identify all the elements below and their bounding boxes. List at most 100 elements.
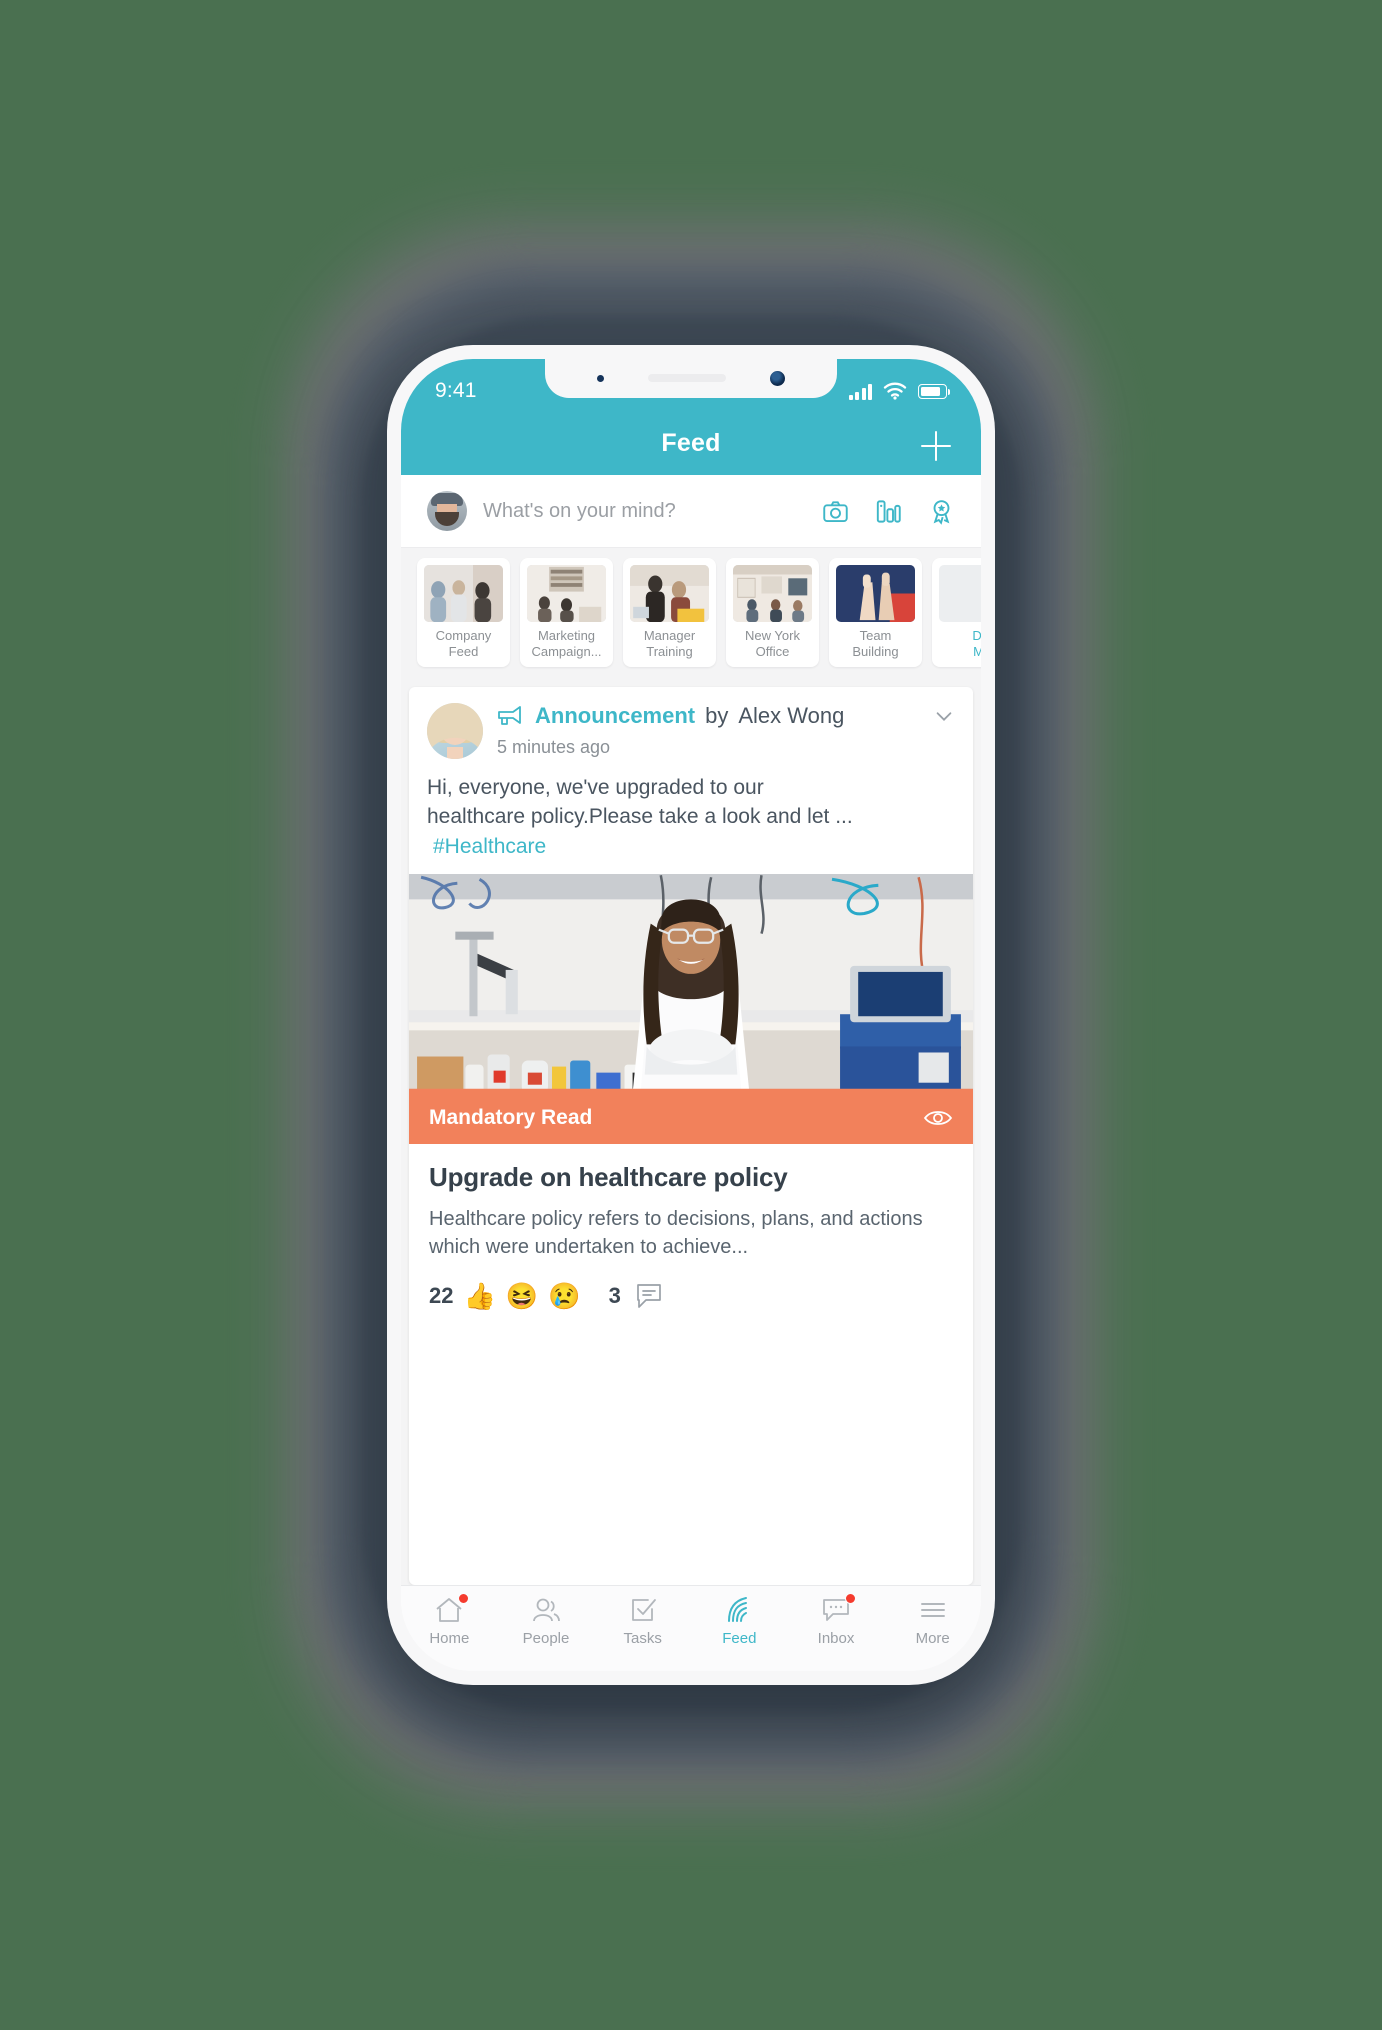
megaphone-icon [498,705,521,725]
earpiece-speaker [648,374,726,382]
wifi-icon [883,382,907,400]
tab-label: Feed [722,1630,757,1647]
mandatory-read-label: Mandatory Read [429,1105,593,1129]
channel-tile[interactable]: New York Office [726,558,819,667]
more-icon [918,1596,948,1624]
notification-badge [845,1593,857,1604]
people-icon [531,1596,561,1624]
channel-thumbnail [630,565,709,622]
channel-label-line2: M [973,644,981,660]
channel-label-line2: Training [646,644,693,660]
status-time: 9:41 [435,379,477,402]
channel-label: Team Building [836,628,915,661]
channel-thumbnail [527,565,606,622]
tab-label: Inbox [817,1630,855,1647]
channel-thumbnail [836,565,915,622]
top-bar: 9:41 Feed [401,359,981,475]
inbox-icon [821,1593,857,1624]
channel-label-line1: Manager [643,628,696,643]
channel-tile[interactable]: Company Feed [417,558,510,667]
composer-actions [822,498,955,525]
avatar[interactable] [427,702,483,759]
badge-icon[interactable] [928,498,955,525]
post-meta: Announcement by Alex Wong 5 minutes ago [497,703,955,759]
composer-input[interactable]: What's on your mind? [483,500,806,523]
channel-label: Di M [939,628,981,661]
post-card[interactable]: Announcement by Alex Wong 5 minutes ago … [409,686,973,1585]
notification-badge [458,1593,470,1604]
article-excerpt: Healthcare policy refers to decisions, p… [429,1207,923,1258]
tab-more[interactable]: More [884,1596,981,1647]
comment-bubble-icon[interactable] [635,1283,663,1309]
channel-strip[interactable]: Company Feed Marketing Campaign... Manag… [401,548,981,679]
channel-tile[interactable]: Team Building [829,558,922,667]
thumbs-up-icon[interactable]: 👍 [463,1283,495,1309]
add-post-button[interactable] [921,431,951,461]
nav-bar: Feed [401,417,981,475]
phone-screen: 9:41 Feed What's on your mind? Company F… [401,359,981,1671]
tab-tasks[interactable]: Tasks [594,1596,691,1647]
laughing-face-icon[interactable]: 😆 [506,1283,538,1309]
page-title: Feed [661,428,721,457]
post-body-line1: Hi, everyone, we've upgraded to our [427,775,764,799]
phone-device: 9:41 Feed What's on your mind? Company F… [387,345,995,1685]
battery-icon [918,383,950,399]
channel-label-line1: New York [745,628,800,643]
bottom-tab-bar: Home People Tasks Feed Inbox More [401,1585,981,1671]
channel-label-line1: Marketing [537,628,596,643]
mandatory-read-banner[interactable]: Mandatory Read [409,1091,973,1144]
channel-label-line1: Team [859,628,892,643]
tab-people[interactable]: People [498,1596,595,1647]
comment-count: 3 [608,1282,621,1308]
tab-feed[interactable]: Feed [691,1596,788,1647]
post-hero-image[interactable] [409,873,973,1092]
post-header: Announcement by Alex Wong 5 minutes ago [409,687,973,767]
post-author-prefix: by [705,702,729,728]
post-composer[interactable]: What's on your mind? [401,475,981,548]
device-notch [545,359,837,398]
channel-thumbnail [939,565,981,622]
channel-tile[interactable]: Di M [932,558,981,667]
channel-label: New York Office [733,628,812,661]
camera-icon[interactable] [822,498,849,525]
tab-label: People [522,1630,570,1647]
channel-label-line2: Feed [448,644,479,660]
channel-label-line2: Office [755,644,790,660]
channel-label: Manager Training [630,628,709,661]
tab-label: Home [429,1630,470,1647]
avatar [427,491,467,531]
channel-label: Marketing Campaign... [527,628,606,661]
channel-label-line1: Company [435,628,492,643]
channel-label-line2: Building [852,644,899,660]
feed-icon [724,1596,754,1624]
post-title-row: Announcement by Alex Wong [497,703,955,729]
channel-tile[interactable]: Marketing Campaign... [520,558,613,667]
reaction-count: 22 [429,1282,454,1308]
proximity-sensor-icon [597,374,604,382]
chevron-down-icon[interactable] [933,705,955,727]
feed-content: What's on your mind? Company Feed Market… [401,475,981,1585]
channel-label-line1: Di [972,628,981,643]
channel-thumbnail [424,565,503,622]
home-icon [434,1593,470,1624]
post-hashtag[interactable]: #Healthcare [427,832,546,862]
article-title: Upgrade on healthcare policy [429,1161,788,1192]
post-author: Alex Wong [738,702,845,728]
post-body: Hi, everyone, we've upgraded to our heal… [409,767,973,866]
poll-icon[interactable] [875,498,902,525]
channel-tile[interactable]: Manager Training [623,558,716,667]
tab-inbox[interactable]: Inbox [788,1593,885,1647]
post-type-label: Announcement [535,702,696,728]
channel-label-line2: Campaign... [531,644,602,660]
post-timestamp: 5 minutes ago [497,736,611,757]
front-camera-icon [770,370,785,386]
reactions-row: 22 👍 😆 😢 3 [409,1267,973,1327]
tab-label: Tasks [623,1630,662,1647]
tab-home[interactable]: Home [401,1593,498,1647]
crying-face-icon[interactable]: 😢 [548,1283,580,1309]
post-body-line2: healthcare policy.Please take a look and… [427,805,853,829]
article-preview[interactable]: Upgrade on healthcare policy Healthcare … [409,1144,973,1267]
channel-label: Company Feed [424,628,503,661]
channel-thumbnail [733,565,812,622]
eye-icon[interactable] [923,1108,953,1128]
